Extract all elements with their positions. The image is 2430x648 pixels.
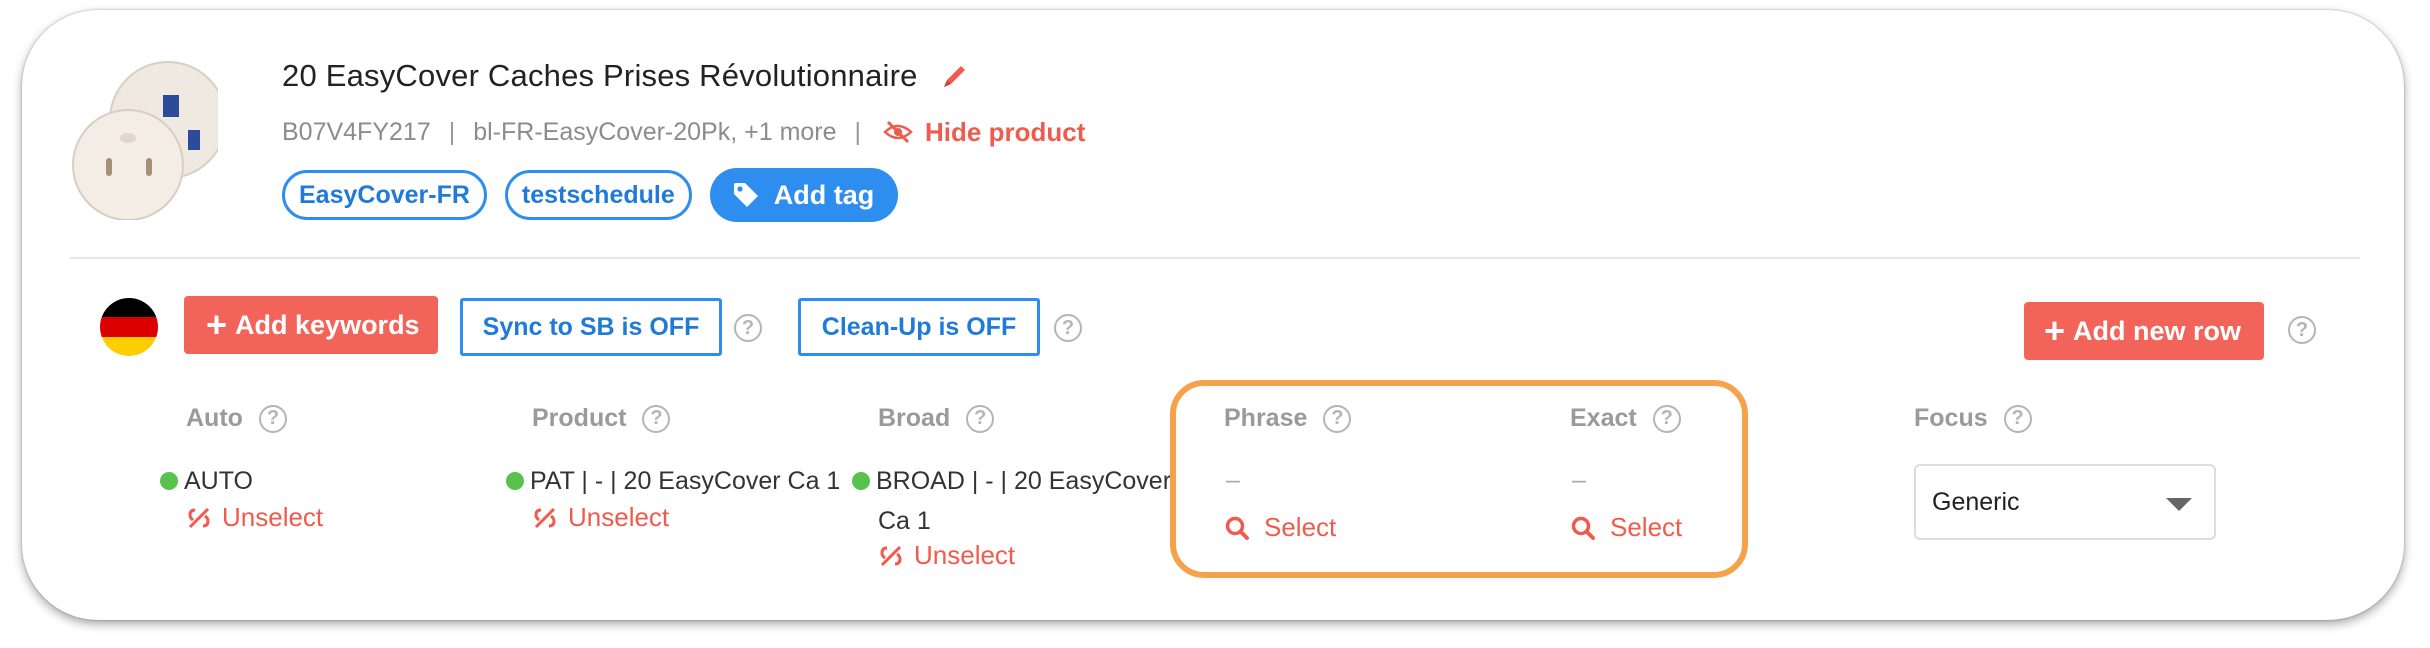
tag-testschedule[interactable]: testschedule <box>504 170 692 220</box>
meta-separator: | <box>448 117 456 146</box>
focus-select[interactable]: Generic <box>1914 464 2216 540</box>
add-keywords-button[interactable]: + Add keywords <box>184 296 438 354</box>
help-icon[interactable]: ? <box>2003 404 2032 433</box>
unlink-icon <box>534 507 556 528</box>
product-campaign-label: PAT | - | 20 EasyCover Ca 1 <box>530 467 841 495</box>
column-header-label: Broad <box>878 404 951 432</box>
help-icon[interactable]: ? <box>1054 314 1082 342</box>
status-dot-active <box>506 472 524 490</box>
select-label: Select <box>1264 512 1337 542</box>
broad-campaign-label: BROAD | - | 20 EasyCover <box>876 467 1172 495</box>
broad-campaign-value-cont: Ca 1 <box>878 507 931 535</box>
add-new-row-button[interactable]: + Add new row <box>2024 302 2264 360</box>
add-tag-label: Add tag <box>773 179 875 210</box>
exact-select-link[interactable]: Select <box>1570 512 1682 543</box>
hide-product-link[interactable]: Hide product <box>883 117 1085 148</box>
tag-list: EasyCover-FR testschedule Add tag <box>282 168 899 222</box>
column-header-broad: Broad ? <box>878 404 995 433</box>
tag-easycover-fr[interactable]: EasyCover-FR <box>282 170 487 220</box>
unlink-icon <box>188 507 210 528</box>
product-asin: B07V4FY217 <box>282 117 431 146</box>
meta-separator: | <box>854 117 862 146</box>
phrase-empty-value: – <box>1226 466 1240 494</box>
help-icon[interactable]: ? <box>966 404 995 433</box>
help-icon[interactable]: ? <box>734 314 762 342</box>
eye-slash-icon <box>883 120 913 144</box>
help-icon[interactable]: ? <box>258 404 287 433</box>
germany-flag-icon <box>100 298 158 356</box>
add-keywords-label: Add keywords <box>235 309 420 340</box>
select-label: Select <box>1610 512 1683 542</box>
help-icon[interactable]: ? <box>2288 316 2316 344</box>
column-header-focus: Focus ? <box>1914 404 2032 433</box>
edit-pencil-icon[interactable] <box>940 61 970 91</box>
column-header-product: Product ? <box>532 404 671 433</box>
section-divider <box>70 257 2360 259</box>
unselect-label: Unselect <box>222 502 324 532</box>
focus-selected-value: Generic <box>1932 487 2020 516</box>
column-header-label: Product <box>532 404 627 432</box>
column-header-auto: Auto ? <box>186 404 287 433</box>
unlink-icon <box>880 545 902 566</box>
chevron-down-icon <box>2166 498 2192 511</box>
sync-sb-toggle[interactable]: Sync to SB is OFF <box>460 298 722 356</box>
plus-icon: + <box>2044 310 2066 351</box>
hide-product-label: Hide product <box>925 116 1086 147</box>
auto-unselect-link[interactable]: Unselect <box>186 502 323 533</box>
search-icon <box>1571 516 1595 540</box>
plus-icon: + <box>206 304 228 345</box>
tag-icon <box>733 183 758 207</box>
help-icon[interactable]: ? <box>642 404 671 433</box>
product-unselect-link[interactable]: Unselect <box>532 502 669 533</box>
product-thumbnail <box>72 61 218 220</box>
status-dot-active <box>852 472 870 490</box>
phrase-select-link[interactable]: Select <box>1224 512 1336 543</box>
add-tag-button[interactable]: Add tag <box>709 168 899 222</box>
add-new-row-label: Add new row <box>2073 315 2242 346</box>
auto-campaign-value: AUTO <box>160 462 253 500</box>
unselect-label: Unselect <box>914 540 1016 570</box>
status-dot-active <box>160 472 178 490</box>
sync-sb-label: Sync to SB is OFF <box>482 312 700 341</box>
column-header-label: Focus <box>1914 404 1988 432</box>
search-icon <box>1225 516 1249 540</box>
product-campaign-value: PAT | - | 20 EasyCover Ca 1 <box>506 462 840 500</box>
cleanup-label: Clean-Up is OFF <box>821 312 1017 341</box>
exact-empty-value: – <box>1572 466 1586 494</box>
column-header-label: Auto <box>186 404 243 432</box>
broad-unselect-link[interactable]: Unselect <box>878 540 1015 571</box>
product-sku: bl-FR-EasyCover-20Pk, +1 more <box>473 117 837 146</box>
product-title: 20 EasyCover Caches Prises Révolutionnai… <box>282 58 918 93</box>
cleanup-toggle[interactable]: Clean-Up is OFF <box>798 298 1040 356</box>
broad-campaign-value: BROAD | - | 20 EasyCover <box>852 462 1171 500</box>
unselect-label: Unselect <box>568 502 670 532</box>
phrase-exact-highlight <box>1170 380 1748 578</box>
auto-campaign-label: AUTO <box>184 467 253 495</box>
